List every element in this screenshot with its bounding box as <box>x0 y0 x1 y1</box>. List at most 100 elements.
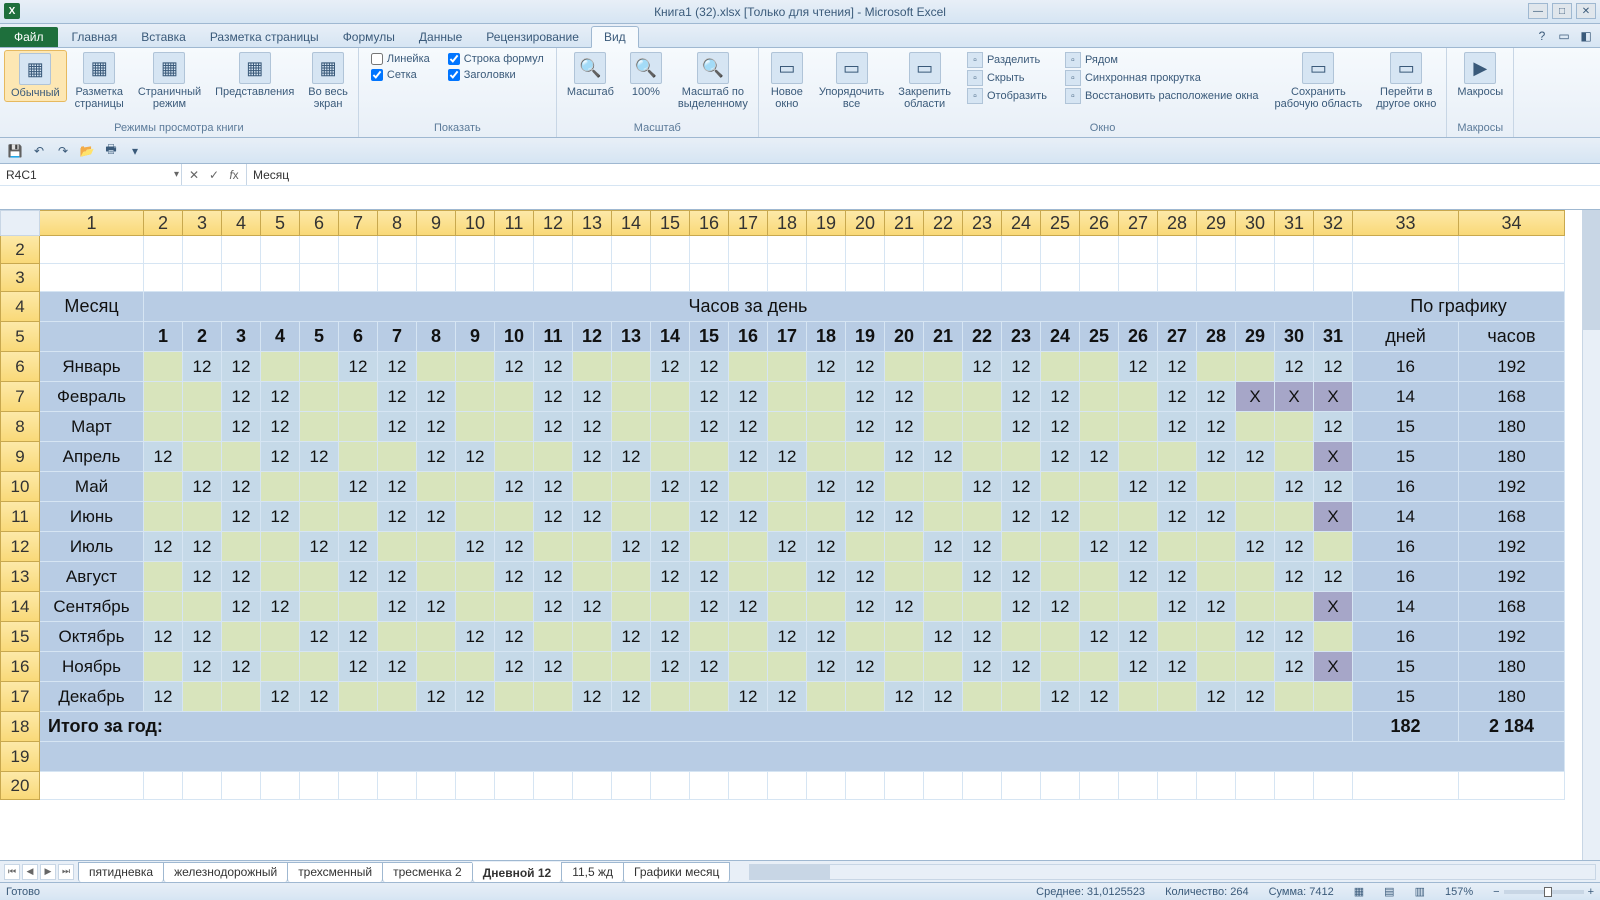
daynum-22[interactable]: 22 <box>963 322 1002 352</box>
col-header-9[interactable]: 9 <box>417 210 456 236</box>
col-header-5[interactable]: 5 <box>261 210 300 236</box>
cell-2-11[interactable]: 12 <box>573 412 612 442</box>
cell[interactable] <box>612 236 651 264</box>
cell-5-0[interactable] <box>144 502 183 532</box>
cell-7-0[interactable] <box>144 562 183 592</box>
cell-7-25[interactable]: 12 <box>1119 562 1158 592</box>
hours-3[interactable]: 180 <box>1459 442 1565 472</box>
cell-5-9[interactable] <box>495 502 534 532</box>
cell-4-2[interactable]: 12 <box>222 472 261 502</box>
cell-6-12[interactable]: 12 <box>612 532 651 562</box>
cell-empty[interactable] <box>339 772 378 800</box>
cell-1-6[interactable]: 12 <box>378 382 417 412</box>
cell-4-18[interactable]: 12 <box>846 472 885 502</box>
cell-11-29[interactable] <box>1275 682 1314 712</box>
cell-7-5[interactable]: 12 <box>339 562 378 592</box>
cell-7-1[interactable]: 12 <box>183 562 222 592</box>
cell-3-25[interactable] <box>1119 442 1158 472</box>
cell[interactable] <box>1158 264 1197 292</box>
cell-2-26[interactable]: 12 <box>1158 412 1197 442</box>
cell-1-19[interactable]: 12 <box>885 382 924 412</box>
cell-6-14[interactable] <box>690 532 729 562</box>
cell-3-0[interactable]: 12 <box>144 442 183 472</box>
cell-0-19[interactable] <box>885 352 924 382</box>
row-header-4[interactable]: 4 <box>0 292 40 322</box>
cell-4-14[interactable]: 12 <box>690 472 729 502</box>
cell[interactable] <box>261 236 300 264</box>
cell-4-22[interactable]: 12 <box>1002 472 1041 502</box>
cell-6-1[interactable]: 12 <box>183 532 222 562</box>
cell-6-15[interactable] <box>729 532 768 562</box>
cell-1-13[interactable] <box>651 382 690 412</box>
cell-empty[interactable] <box>651 772 690 800</box>
cell-6-6[interactable] <box>378 532 417 562</box>
month-5[interactable]: Июнь <box>40 502 144 532</box>
cell-10-17[interactable]: 12 <box>807 652 846 682</box>
cell[interactable] <box>573 236 612 264</box>
cell-10-2[interactable]: 12 <box>222 652 261 682</box>
cell-empty[interactable] <box>1080 772 1119 800</box>
cell-1-1[interactable] <box>183 382 222 412</box>
cell-11-16[interactable]: 12 <box>768 682 807 712</box>
cell-9-20[interactable]: 12 <box>924 622 963 652</box>
cell-11-2[interactable] <box>222 682 261 712</box>
cell[interactable] <box>729 236 768 264</box>
zoom-btn-2[interactable]: 🔍Масштаб по выделенному <box>672 50 754 112</box>
cell[interactable] <box>495 264 534 292</box>
cell-4-25[interactable]: 12 <box>1119 472 1158 502</box>
ribbon-opts-icon[interactable]: ◧ <box>1578 28 1594 44</box>
tab-1[interactable]: Вставка <box>129 27 198 47</box>
formula-input[interactable]: Месяц <box>247 168 1600 182</box>
days-5[interactable]: 14 <box>1353 502 1459 532</box>
cell-6-10[interactable] <box>534 532 573 562</box>
cell-0-12[interactable] <box>612 352 651 382</box>
cell-0-13[interactable]: 12 <box>651 352 690 382</box>
cell[interactable] <box>144 264 183 292</box>
cell-10-3[interactable] <box>261 652 300 682</box>
cell-3-7[interactable]: 12 <box>417 442 456 472</box>
cell-1-23[interactable]: 12 <box>1041 382 1080 412</box>
daynum-4[interactable]: 4 <box>261 322 300 352</box>
days-1[interactable]: 14 <box>1353 382 1459 412</box>
cell-2-30[interactable]: 12 <box>1314 412 1353 442</box>
col-header-33[interactable]: 33 <box>1353 210 1459 236</box>
month-3[interactable]: Апрель <box>40 442 144 472</box>
hdr-month[interactable]: Месяц <box>40 292 144 322</box>
cell-2-17[interactable] <box>807 412 846 442</box>
daynum-30[interactable]: 30 <box>1275 322 1314 352</box>
cell-empty[interactable] <box>1236 772 1275 800</box>
cell-8-7[interactable]: 12 <box>417 592 456 622</box>
win-item-5[interactable]: ▫Восстановить расположение окна <box>1061 88 1263 104</box>
cell-11-24[interactable]: 12 <box>1080 682 1119 712</box>
cell-5-13[interactable] <box>651 502 690 532</box>
sheet-tab-3[interactable]: тресменка 2 <box>382 862 473 882</box>
cell-empty[interactable] <box>261 772 300 800</box>
cell-4-16[interactable] <box>768 472 807 502</box>
cell[interactable] <box>807 264 846 292</box>
row-header-19[interactable]: 19 <box>0 742 40 772</box>
cell[interactable] <box>1275 236 1314 264</box>
cell-0-27[interactable] <box>1197 352 1236 382</box>
col-header-7[interactable]: 7 <box>339 210 378 236</box>
cell-11-26[interactable] <box>1158 682 1197 712</box>
month-8[interactable]: Сентябрь <box>40 592 144 622</box>
cell-6-18[interactable] <box>846 532 885 562</box>
sheet-tab-6[interactable]: Графики месяц <box>623 862 730 882</box>
daynum-7[interactable]: 7 <box>378 322 417 352</box>
daynum-20[interactable]: 20 <box>885 322 924 352</box>
sheet-prev-icon[interactable]: ◀ <box>22 864 38 880</box>
row-header-18[interactable]: 18 <box>0 712 40 742</box>
cell-7-15[interactable] <box>729 562 768 592</box>
cell-1-25[interactable] <box>1119 382 1158 412</box>
cell-0-4[interactable] <box>300 352 339 382</box>
cell-4-0[interactable] <box>144 472 183 502</box>
cell-11-1[interactable] <box>183 682 222 712</box>
cell[interactable] <box>807 236 846 264</box>
cell-8-19[interactable]: 12 <box>885 592 924 622</box>
daynum-2[interactable]: 2 <box>183 322 222 352</box>
view-btn-0[interactable]: ▦Обычный <box>4 50 67 102</box>
cell[interactable] <box>183 264 222 292</box>
fx-accept-icon[interactable]: ✓ <box>206 168 222 182</box>
cell-0-11[interactable] <box>573 352 612 382</box>
cell-9-14[interactable] <box>690 622 729 652</box>
